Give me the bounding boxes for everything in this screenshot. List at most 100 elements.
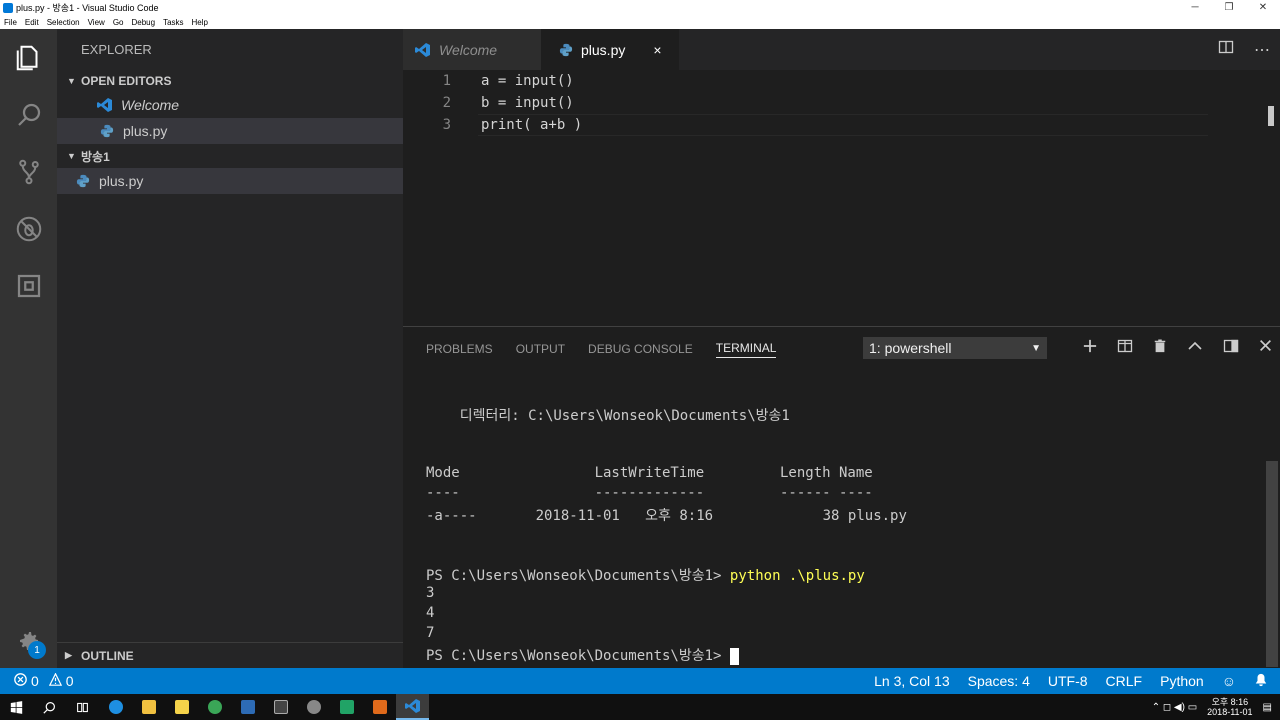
restore-button[interactable]: ❐ (1212, 2, 1246, 13)
tab-welcome[interactable]: Welcome (403, 29, 541, 70)
terminal-line: 7 (426, 625, 435, 641)
split-editor-icon[interactable] (1218, 39, 1234, 60)
tab-output[interactable]: OUTPUT (516, 342, 565, 356)
manage-gear-icon[interactable] (0, 621, 57, 661)
terminal-select[interactable]: 1: powershell ▼ (863, 337, 1047, 359)
source-control-icon[interactable] (0, 143, 57, 200)
close-window-button[interactable]: ✕ (1246, 2, 1280, 13)
clock[interactable]: 오후 8:16 2018-11-01 (1207, 697, 1252, 717)
line-number: 1 (442, 73, 451, 89)
tray-icons[interactable]: ⌃ ◻ ◀) ▭ (1152, 702, 1197, 713)
terminal-prompt: PS C:\Users\Wonseok\Documents\방송1> (426, 648, 730, 664)
windows-taskbar: ⌃ ◻ ◀) ▭ 오후 8:16 2018-11-01 ▤ (0, 694, 1280, 720)
trash-icon[interactable] (1153, 338, 1167, 359)
action-center-icon[interactable]: ▤ (1263, 702, 1272, 713)
language-mode[interactable]: Python (1160, 673, 1204, 689)
system-tray: ⌃ ◻ ◀) ▭ 오후 8:16 2018-11-01 ▤ (1152, 697, 1280, 717)
open-editor-label: plus.py (123, 123, 168, 139)
problems-status[interactable]: 0 0 (0, 672, 74, 689)
notifications-bell-icon[interactable] (1254, 673, 1268, 690)
terminal-cursor (729, 647, 739, 665)
menu-help[interactable]: Help (192, 18, 208, 27)
tab-plus-py[interactable]: plus.py × (541, 29, 679, 70)
menu-tasks[interactable]: Tasks (163, 18, 183, 27)
open-editor-label: Welcome (121, 97, 180, 113)
tab-problems[interactable]: PROBLEMS (426, 342, 493, 356)
indentation[interactable]: Spaces: 4 (968, 673, 1030, 689)
folder-section[interactable]: ▼ 방송1 (57, 144, 403, 168)
folder-label: 방송1 (81, 149, 110, 164)
error-icon (14, 673, 27, 689)
chrome-icon[interactable] (198, 694, 231, 720)
terminal-scrollbar[interactable] (1266, 461, 1278, 667)
terminal-line: Mode LastWriteTime Length Name (426, 465, 873, 481)
terminal-line: ---- ------------- ------ ---- (426, 485, 873, 501)
extensions-icon[interactable] (0, 257, 57, 314)
store-icon[interactable] (165, 694, 198, 720)
encoding[interactable]: UTF-8 (1048, 673, 1088, 689)
file-plus-py[interactable]: plus.py (57, 168, 403, 194)
debug-icon[interactable] (0, 200, 57, 257)
editor-tabs: Welcome plus.py × ⋯ (403, 29, 1280, 70)
app-icon[interactable] (231, 694, 264, 720)
terminal-output[interactable]: 디렉터리: C:\Users\Wonseok\Documents\방송1 Mod… (426, 405, 1266, 665)
code-line: 3 print( a+b ) (403, 114, 1203, 136)
terminal-line: 디렉터리: C:\Users\Wonseok\Documents\방송1 (426, 408, 790, 424)
settings-badge: 1 (28, 641, 46, 659)
edge-browser-icon[interactable] (99, 694, 132, 720)
vscode-icon (415, 42, 431, 58)
menu-file[interactable]: File (4, 18, 17, 27)
clock-date: 2018-11-01 (1207, 707, 1253, 717)
open-editor-welcome[interactable]: Welcome (57, 92, 403, 118)
close-icon[interactable]: × (653, 42, 661, 58)
line-ending[interactable]: CRLF (1106, 673, 1143, 689)
file-explorer-icon[interactable] (132, 694, 165, 720)
feedback-smiley-icon[interactable]: ☺ (1222, 673, 1236, 689)
task-view-icon[interactable] (66, 694, 99, 720)
menu-go[interactable]: Go (113, 18, 124, 27)
maximize-panel-icon[interactable] (1187, 338, 1203, 359)
terminal-app-icon[interactable] (264, 694, 297, 720)
explorer-icon[interactable] (0, 29, 57, 86)
code-text: b = input() (481, 95, 574, 111)
status-bar: 0 0 Ln 3, Col 13 Spaces: 4 UTF-8 CRLF Py… (0, 668, 1280, 694)
minimap-slider[interactable] (1268, 106, 1274, 126)
tab-label: Welcome (439, 41, 498, 58)
menu-edit[interactable]: Edit (25, 18, 39, 27)
menu-selection[interactable]: Selection (47, 18, 80, 27)
settings-icon[interactable] (297, 694, 330, 720)
clock-time: 오후 8:16 (1211, 697, 1249, 707)
minimize-button[interactable]: ─ (1178, 2, 1212, 13)
toggle-panel-position-icon[interactable] (1223, 338, 1239, 359)
open-editors-section[interactable]: ▼ OPEN EDITORS (57, 70, 403, 92)
editor-actions: ⋯ (1218, 29, 1270, 70)
vscode-taskbar-icon[interactable] (396, 694, 429, 720)
app-icon[interactable] (330, 694, 363, 720)
menu-view[interactable]: View (88, 18, 105, 27)
cursor-position[interactable]: Ln 3, Col 13 (874, 673, 950, 689)
menu-debug[interactable]: Debug (131, 18, 155, 27)
search-icon[interactable] (33, 694, 66, 720)
code-line: 1 a = input() (403, 70, 1203, 92)
python-icon (97, 124, 117, 138)
open-editor-plus-py[interactable]: plus.py (57, 118, 403, 144)
close-panel-icon[interactable] (1259, 339, 1272, 357)
panel-actions (1083, 337, 1272, 359)
code-editor[interactable]: 1 a = input() 2 b = input() 3 print( a+b… (403, 70, 1280, 326)
tab-debug-console[interactable]: DEBUG CONSOLE (588, 342, 693, 356)
search-icon[interactable] (0, 86, 57, 143)
app-icon[interactable] (363, 694, 396, 720)
chevron-right-icon: ▶ (65, 650, 72, 660)
split-terminal-icon[interactable] (1117, 338, 1133, 359)
more-actions-icon[interactable]: ⋯ (1254, 40, 1270, 60)
windows-start-icon[interactable] (0, 694, 33, 720)
outline-section[interactable]: ▶ OUTLINE (57, 642, 403, 668)
tab-terminal[interactable]: TERMINAL (715, 341, 777, 358)
warning-icon (48, 672, 62, 689)
code-text: print( a+b ) (481, 117, 583, 133)
line-number: 2 (442, 95, 451, 111)
python-icon (559, 43, 573, 57)
new-terminal-icon[interactable] (1083, 339, 1097, 358)
